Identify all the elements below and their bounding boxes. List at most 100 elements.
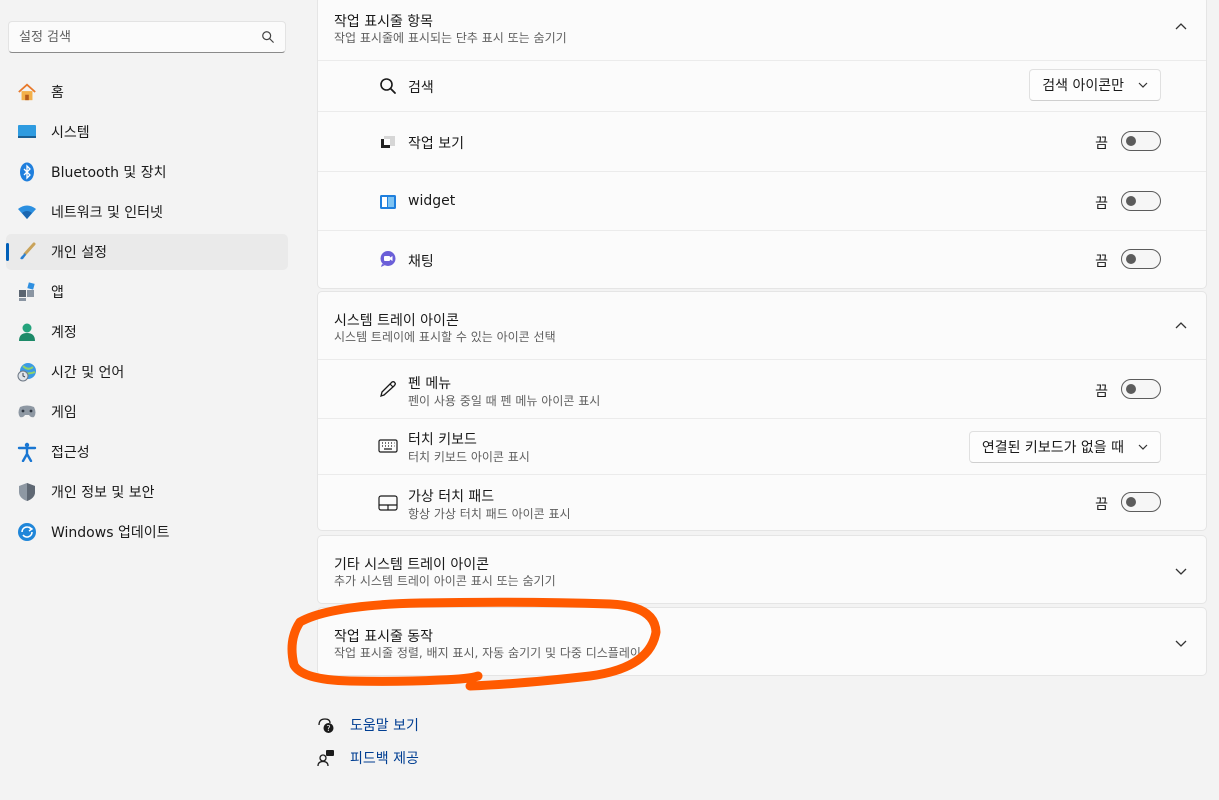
- sidebar-item-accessibility[interactable]: 접근성: [6, 434, 288, 470]
- task-view-toggle[interactable]: [1121, 131, 1161, 151]
- sidebar-item-label: 시스템: [51, 125, 90, 141]
- touch-keyboard-dropdown[interactable]: 연결된 키보드가 없을 때: [968, 431, 1161, 463]
- search-box[interactable]: [8, 21, 286, 53]
- sidebar-item-network[interactable]: 네트워크 및 인터넷: [6, 194, 288, 230]
- row-subtitle: 항상 가상 터치 패드 아이콘 표시: [408, 507, 571, 521]
- svg-text:?: ?: [326, 724, 330, 733]
- pen-menu-toggle[interactable]: [1121, 379, 1161, 399]
- pen-menu-row: 펜 메뉴 펜이 사용 중일 때 펜 메뉴 아이콘 표시 끔: [318, 359, 1206, 418]
- section-title: 작업 표시줄 동작: [334, 629, 434, 645]
- toggle-state-label: 끔: [1095, 384, 1108, 400]
- row-subtitle: 펜이 사용 중일 때 펜 메뉴 아이콘 표시: [408, 394, 601, 408]
- brush-icon: [17, 242, 37, 262]
- sidebar-nav: 홈 시스템 Bluetooth 및 장치 네트워크 및 인터넷 개인 설정 앱 …: [6, 74, 288, 554]
- search-icon[interactable]: [261, 30, 275, 44]
- touchpad-toggle[interactable]: [1121, 492, 1161, 512]
- other-tray-icons-section[interactable]: 기타 시스템 트레이 아이콘 추가 시스템 트레이 아이콘 표시 또는 숨기기: [317, 535, 1207, 604]
- accessibility-icon: [17, 442, 37, 462]
- sidebar-item-gaming[interactable]: 게임: [6, 394, 288, 430]
- chevron-up-icon[interactable]: [1174, 319, 1188, 333]
- search-icon: [378, 76, 398, 96]
- section-title: 작업 표시줄 항목: [334, 14, 434, 30]
- chevron-down-icon: [1138, 444, 1148, 450]
- chevron-up-icon[interactable]: [1174, 20, 1188, 34]
- wifi-icon: [17, 202, 37, 222]
- feedback-icon: [317, 749, 334, 766]
- widget-toggle[interactable]: [1121, 191, 1161, 211]
- give-feedback-link[interactable]: 피드백 제공: [317, 741, 419, 774]
- account-icon: [17, 322, 37, 342]
- dropdown-value: 연결된 키보드가 없을 때: [981, 440, 1124, 456]
- link-label[interactable]: 피드백 제공: [350, 748, 419, 768]
- sidebar-item-windows-update[interactable]: Windows 업데이트: [6, 514, 288, 550]
- sidebar-item-label: 홈: [51, 85, 64, 101]
- row-title: widget: [408, 193, 456, 209]
- widget-row: widget 끔: [318, 171, 1206, 230]
- row-title: 채팅: [408, 254, 434, 270]
- toggle-state-label: 끔: [1095, 196, 1108, 212]
- sidebar-item-label: 네트워크 및 인터넷: [51, 205, 163, 221]
- section-subtitle: 시스템 트레이에 표시할 수 있는 아이콘 선택: [334, 330, 556, 344]
- chevron-down-icon: [1138, 82, 1148, 88]
- search-mode-dropdown[interactable]: 검색 아이콘만: [1029, 69, 1161, 101]
- help-icon: ?: [318, 717, 334, 733]
- sidebar-item-personalization[interactable]: 개인 설정: [6, 234, 288, 270]
- sidebar-item-apps[interactable]: 앱: [6, 274, 288, 310]
- chevron-down-icon[interactable]: [1174, 636, 1188, 650]
- system-tray-header[interactable]: 시스템 트레이 아이콘 시스템 트레이에 표시할 수 있는 아이콘 선택: [318, 292, 1206, 360]
- bluetooth-icon: [17, 162, 37, 182]
- widget-icon: [378, 192, 398, 212]
- task-view-row: 작업 보기 끔: [318, 111, 1206, 171]
- section-title: 시스템 트레이 아이콘: [334, 313, 459, 329]
- row-title: 가상 터치 패드: [408, 489, 495, 505]
- touch-keyboard-row: 터치 키보드 터치 키보드 아이콘 표시 연결된 키보드가 없을 때: [318, 418, 1206, 474]
- row-title: 작업 보기: [408, 136, 464, 152]
- sidebar-item-label: 게임: [51, 405, 77, 421]
- toggle-state-label: 끔: [1095, 136, 1108, 152]
- sidebar-item-accounts[interactable]: 계정: [6, 314, 288, 350]
- section-subtitle: 작업 표시줄에 표시되는 단추 표시 또는 숨기기: [334, 31, 567, 45]
- sidebar-item-label: 시간 및 언어: [51, 365, 125, 381]
- apps-icon: [17, 282, 37, 302]
- sidebar-item-label: 접근성: [51, 445, 90, 461]
- link-label[interactable]: 도움말 보기: [350, 715, 419, 735]
- taskbar-items-section: 작업 표시줄 항목 작업 표시줄에 표시되는 단추 표시 또는 숨기기 검색 검…: [317, 0, 1207, 289]
- sidebar-item-bluetooth[interactable]: Bluetooth 및 장치: [6, 154, 288, 190]
- search-input[interactable]: [19, 29, 261, 45]
- time-language-icon: [17, 362, 37, 382]
- taskbar-items-header[interactable]: 작업 표시줄 항목 작업 표시줄에 표시되는 단추 표시 또는 숨기기: [318, 0, 1206, 61]
- sidebar-item-system[interactable]: 시스템: [6, 114, 288, 150]
- toggle-state-label: 끔: [1095, 254, 1108, 270]
- task-view-icon: [378, 132, 398, 152]
- shield-icon: [17, 482, 37, 502]
- system-tray-icons-section: 시스템 트레이 아이콘 시스템 트레이에 표시할 수 있는 아이콘 선택 펜 메…: [317, 291, 1207, 531]
- row-title: 터치 키보드: [408, 432, 477, 448]
- row-title: 검색: [408, 80, 434, 96]
- gamepad-icon: [17, 402, 37, 422]
- home-icon: [17, 82, 37, 102]
- sidebar-item-label: Windows 업데이트: [51, 525, 170, 541]
- section-subtitle: 추가 시스템 트레이 아이콘 표시 또는 숨기기: [334, 574, 556, 588]
- taskbar-behaviors-section[interactable]: 작업 표시줄 동작 작업 표시줄 정렬, 배지 표시, 자동 숨기기 및 다중 …: [317, 607, 1207, 676]
- row-subtitle: 터치 키보드 아이콘 표시: [408, 450, 530, 464]
- sidebar-item-privacy[interactable]: 개인 정보 및 보안: [6, 474, 288, 510]
- get-help-link[interactable]: ? 도움말 보기: [317, 708, 419, 741]
- sidebar-item-home[interactable]: 홈: [6, 74, 288, 110]
- sidebar-item-time-language[interactable]: 시간 및 언어: [6, 354, 288, 390]
- chat-row: 채팅 끔: [318, 230, 1206, 289]
- update-icon: [17, 522, 37, 542]
- chevron-down-icon[interactable]: [1174, 564, 1188, 578]
- chat-toggle[interactable]: [1121, 249, 1161, 269]
- section-title: 기타 시스템 트레이 아이콘: [334, 557, 490, 573]
- touchpad-icon: [378, 493, 398, 513]
- sidebar-item-label: 개인 설정: [51, 245, 107, 261]
- sidebar-item-label: Bluetooth 및 장치: [51, 165, 167, 181]
- dropdown-value: 검색 아이콘만: [1042, 78, 1124, 94]
- chat-icon: [378, 249, 398, 269]
- help-links: ? 도움말 보기 피드백 제공: [317, 708, 419, 774]
- system-icon: [17, 122, 37, 142]
- taskbar-search-row: 검색 검색 아이콘만: [318, 60, 1206, 111]
- pen-icon: [378, 379, 398, 399]
- sidebar-item-label: 계정: [51, 325, 77, 341]
- row-title: 펜 메뉴: [408, 376, 452, 392]
